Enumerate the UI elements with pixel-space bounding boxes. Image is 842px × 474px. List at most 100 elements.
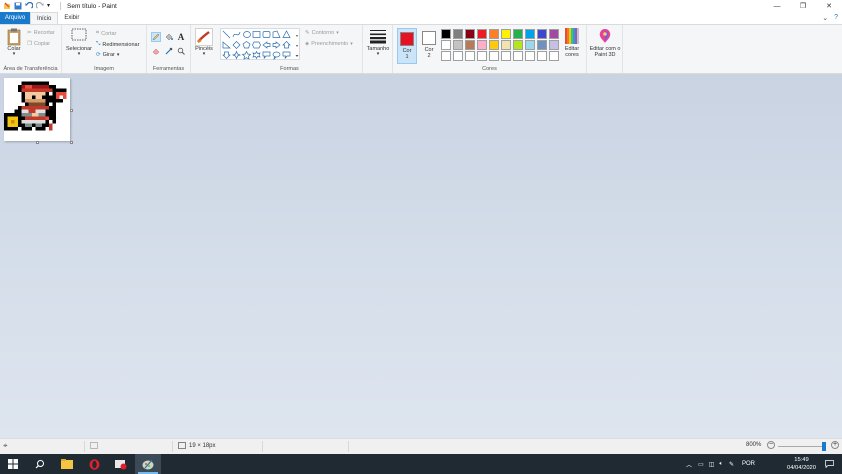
group-size: Tamanho ▾: [363, 25, 393, 73]
file-explorer-button[interactable]: [54, 454, 80, 474]
network-icon[interactable]: ◫: [709, 461, 715, 468]
magnifier-tool[interactable]: [176, 46, 186, 56]
color2-swatch: [422, 31, 436, 45]
copy-button[interactable]: ❐ Copiar: [27, 41, 50, 47]
palette-color-swatch[interactable]: [489, 40, 499, 50]
palette-color-swatch[interactable]: [477, 29, 487, 39]
zoom-in-button[interactable]: +: [831, 441, 839, 449]
clipboard-icon: [7, 28, 21, 46]
palette-color-swatch[interactable]: [501, 29, 511, 39]
palette-color-swatch[interactable]: [525, 29, 535, 39]
fill-dropdown[interactable]: ◈ Preenchimento ▾: [305, 41, 353, 47]
battery-icon[interactable]: ▭: [698, 461, 704, 468]
palette-color-swatch[interactable]: [453, 29, 463, 39]
paint-taskbar-button[interactable]: [135, 454, 161, 474]
redo-icon[interactable]: [35, 1, 44, 10]
line-width-icon: [370, 30, 386, 44]
palette-color-swatch[interactable]: [549, 51, 559, 61]
search-button[interactable]: [27, 454, 53, 474]
size-button[interactable]: Tamanho ▾: [366, 28, 390, 57]
palette-color-swatch[interactable]: [513, 40, 523, 50]
palette-color-swatch[interactable]: [549, 29, 559, 39]
palette-color-swatch[interactable]: [441, 29, 451, 39]
media-icon: [115, 459, 127, 469]
zoom-slider-track[interactable]: [778, 446, 824, 447]
crop-button[interactable]: ⌗ Cortar: [96, 30, 116, 37]
fill-tool[interactable]: [164, 32, 174, 42]
cut-button[interactable]: ✂ Recortar: [27, 30, 55, 36]
eraser-tool[interactable]: [151, 46, 161, 56]
palette-color-swatch[interactable]: [453, 40, 463, 50]
clock-time: 15:49: [794, 457, 809, 463]
palette-color-swatch[interactable]: [441, 51, 451, 61]
color2-button[interactable]: Cor 2: [419, 28, 439, 64]
palette-color-swatch[interactable]: [465, 29, 475, 39]
close-button[interactable]: ✕: [816, 0, 842, 12]
separator: [262, 441, 263, 452]
canvas-resize-handle-right[interactable]: [70, 109, 73, 112]
palette-color-swatch[interactable]: [477, 51, 487, 61]
rotate-button[interactable]: ⟳ Girar ▾: [96, 52, 119, 58]
undo-icon[interactable]: [25, 1, 34, 10]
pencil-tool[interactable]: [151, 32, 161, 42]
minimize-button[interactable]: —: [764, 0, 790, 12]
color1-swatch: [400, 32, 414, 46]
palette-color-swatch[interactable]: [549, 40, 559, 50]
palette-color-swatch[interactable]: [489, 29, 499, 39]
palette-color-swatch[interactable]: [513, 29, 523, 39]
media-app-button[interactable]: [108, 454, 134, 474]
palette-color-swatch[interactable]: [489, 51, 499, 61]
pen-icon[interactable]: ✎: [729, 461, 734, 468]
clock[interactable]: 15:49 04/04/2020: [787, 456, 816, 472]
volume-icon[interactable]: 🔈︎: [719, 461, 723, 468]
edit-colors-button[interactable]: Editar cores: [562, 28, 582, 58]
palette-color-swatch[interactable]: [525, 40, 535, 50]
palette-color-swatch[interactable]: [465, 51, 475, 61]
start-button[interactable]: [0, 454, 26, 474]
palette-color-swatch[interactable]: [453, 51, 463, 61]
palette-color-swatch[interactable]: [477, 40, 487, 50]
palette-color-swatch[interactable]: [465, 40, 475, 50]
palette-color-swatch[interactable]: [501, 51, 511, 61]
paint-app-icon[interactable]: [3, 2, 11, 10]
text-tool[interactable]: A: [176, 32, 186, 42]
palette-color-swatch[interactable]: [537, 29, 547, 39]
palette-color-swatch[interactable]: [537, 51, 547, 61]
collapse-ribbon-icon[interactable]: ⌄: [822, 14, 828, 22]
color-picker-tool[interactable]: [164, 46, 174, 56]
select-icon: [71, 28, 87, 41]
taskbar: ︿ ▭ ◫ 🔈︎ ✎ POR 15:49 04/04/2020: [0, 454, 842, 474]
restore-button[interactable]: ❐: [790, 0, 816, 12]
canvas-resize-handle-bottom[interactable]: [36, 141, 39, 144]
chevron-up-icon[interactable]: ︿: [686, 460, 692, 469]
palette-color-swatch[interactable]: [501, 40, 511, 50]
opera-button[interactable]: [81, 454, 107, 474]
separator: [60, 2, 61, 10]
palette-color-swatch[interactable]: [537, 40, 547, 50]
zoom-out-icon: −: [767, 441, 775, 449]
help-icon[interactable]: ?: [834, 14, 838, 22]
canvas-resize-handle-corner[interactable]: [70, 141, 73, 144]
language-indicator[interactable]: POR: [742, 461, 755, 467]
notifications-button[interactable]: [816, 454, 842, 474]
brushes-button[interactable]: Pincéis ▾: [193, 28, 215, 57]
zoom-slider-thumb[interactable]: [822, 442, 826, 451]
outline-dropdown[interactable]: ✎ Contorno ▾: [305, 30, 339, 36]
tab-arquivo[interactable]: Arquivo: [0, 12, 30, 24]
tab-exibir[interactable]: Exibir: [58, 12, 85, 24]
drawing-canvas[interactable]: [4, 78, 70, 141]
quick-access-toolbar: ▾: [0, 0, 61, 12]
tab-inicio[interactable]: Início: [30, 12, 59, 24]
save-icon[interactable]: [14, 2, 22, 10]
edit-paint3d-button[interactable]: Editar com o Paint 3D: [588, 28, 622, 58]
select-button[interactable]: Selecionar ▾: [65, 28, 93, 57]
palette-color-swatch[interactable]: [513, 51, 523, 61]
search-icon: [35, 460, 44, 469]
customize-quick-access-icon[interactable]: ▾: [47, 2, 55, 10]
palette-color-swatch[interactable]: [525, 51, 535, 61]
color1-button[interactable]: Cor 1: [397, 28, 417, 64]
resize-button[interactable]: ⤡ Redimensionar: [96, 41, 139, 48]
paste-button[interactable]: Colar ▾: [4, 28, 24, 57]
zoom-out-button[interactable]: −: [767, 441, 775, 449]
palette-color-swatch[interactable]: [441, 40, 451, 50]
